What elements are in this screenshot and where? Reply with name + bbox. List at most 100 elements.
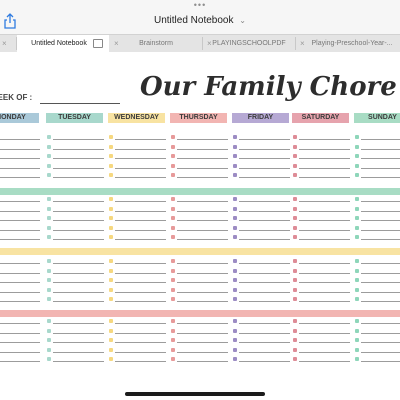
chore-checkbox[interactable] <box>109 225 113 230</box>
chore-checkbox[interactable] <box>355 347 359 352</box>
chore-checkbox[interactable] <box>355 319 359 323</box>
chore-checkbox[interactable] <box>47 235 51 239</box>
chore-checkbox[interactable] <box>109 206 113 211</box>
chore-line[interactable] <box>299 167 350 169</box>
tab-playingschoolpdf[interactable]: × PLAYINGSCHOOLPDF <box>203 35 295 52</box>
chore-checkbox[interactable] <box>293 197 297 201</box>
chore-line[interactable] <box>239 220 290 221</box>
chore-line[interactable] <box>115 301 166 302</box>
chore-checkbox[interactable] <box>171 297 175 301</box>
chore-line[interactable] <box>177 210 228 212</box>
chore-line[interactable] <box>0 282 40 283</box>
chore-line[interactable] <box>299 263 350 264</box>
chore-checkbox[interactable] <box>233 163 237 168</box>
chore-line[interactable] <box>361 291 400 293</box>
chore-checkbox[interactable] <box>47 197 51 201</box>
chore-line[interactable] <box>177 361 228 362</box>
chore-checkbox[interactable] <box>293 154 297 158</box>
chore-line[interactable] <box>177 263 228 264</box>
chore-line[interactable] <box>177 323 228 324</box>
chore-checkbox[interactable] <box>171 338 175 342</box>
notebook-page[interactable]: WEEK OF : Our Family Chore Chart MONDAY T… <box>0 52 400 388</box>
chore-line[interactable] <box>299 229 350 231</box>
chore-checkbox[interactable] <box>109 287 113 292</box>
chore-line[interactable] <box>299 239 350 240</box>
chore-line[interactable] <box>177 272 228 274</box>
chore-checkbox[interactable] <box>355 144 359 149</box>
chore-checkbox[interactable] <box>109 173 113 177</box>
chore-checkbox[interactable] <box>355 135 359 139</box>
chore-line[interactable] <box>53 291 104 293</box>
chore-checkbox[interactable] <box>109 278 113 282</box>
chore-line[interactable] <box>177 239 228 240</box>
chore-line[interactable] <box>53 201 104 202</box>
chore-line[interactable] <box>361 332 400 334</box>
chore-checkbox[interactable] <box>233 173 237 177</box>
chore-line[interactable] <box>53 272 104 274</box>
chore-line[interactable] <box>361 342 400 343</box>
chore-line[interactable] <box>239 148 290 150</box>
chore-checkbox[interactable] <box>47 328 51 333</box>
chore-line[interactable] <box>299 201 350 202</box>
chore-line[interactable] <box>53 148 104 150</box>
home-indicator[interactable] <box>125 392 265 396</box>
chore-checkbox[interactable] <box>47 144 51 149</box>
chore-checkbox[interactable] <box>171 268 175 273</box>
chore-line[interactable] <box>0 229 40 231</box>
chore-checkbox[interactable] <box>293 259 297 263</box>
chore-checkbox[interactable] <box>355 216 359 220</box>
chore-line[interactable] <box>0 361 40 362</box>
chore-line[interactable] <box>53 361 104 362</box>
chore-line[interactable] <box>239 291 290 293</box>
chore-checkbox[interactable] <box>171 197 175 201</box>
close-tab-icon[interactable]: × <box>2 35 7 52</box>
chore-checkbox[interactable] <box>109 259 113 263</box>
chore-line[interactable] <box>0 201 40 202</box>
chore-checkbox[interactable] <box>47 268 51 273</box>
chore-line[interactable] <box>0 220 40 221</box>
chore-checkbox[interactable] <box>47 319 51 323</box>
chore-line[interactable] <box>53 282 104 283</box>
chore-line[interactable] <box>53 229 104 231</box>
chore-line[interactable] <box>299 323 350 324</box>
chore-checkbox[interactable] <box>171 357 175 361</box>
document-title[interactable]: Untitled Notebook ⌄ <box>0 15 400 26</box>
chore-line[interactable] <box>299 291 350 293</box>
chore-checkbox[interactable] <box>171 319 175 323</box>
chore-line[interactable] <box>299 272 350 274</box>
chore-line[interactable] <box>361 229 400 231</box>
chore-checkbox[interactable] <box>233 268 237 273</box>
chore-line[interactable] <box>115 167 166 169</box>
chore-line[interactable] <box>0 158 40 159</box>
chore-line[interactable] <box>361 167 400 169</box>
chore-line[interactable] <box>53 220 104 221</box>
chore-line[interactable] <box>299 342 350 343</box>
chore-checkbox[interactable] <box>47 338 51 342</box>
chore-checkbox[interactable] <box>293 287 297 292</box>
chore-line[interactable] <box>239 342 290 343</box>
chore-checkbox[interactable] <box>293 163 297 168</box>
chore-line[interactable] <box>239 139 290 140</box>
chore-line[interactable] <box>299 139 350 140</box>
chore-line[interactable] <box>299 282 350 283</box>
chore-line[interactable] <box>115 239 166 240</box>
chore-checkbox[interactable] <box>233 338 237 342</box>
chore-line[interactable] <box>115 158 166 159</box>
chore-checkbox[interactable] <box>355 287 359 292</box>
chore-line[interactable] <box>115 177 166 178</box>
chore-line[interactable] <box>361 158 400 159</box>
chore-line[interactable] <box>53 332 104 334</box>
chore-line[interactable] <box>115 351 166 353</box>
chore-line[interactable] <box>53 158 104 159</box>
chore-line[interactable] <box>361 263 400 264</box>
chore-line[interactable] <box>177 148 228 150</box>
chore-checkbox[interactable] <box>47 173 51 177</box>
chore-checkbox[interactable] <box>233 144 237 149</box>
chore-line[interactable] <box>0 167 40 169</box>
chore-checkbox[interactable] <box>293 235 297 239</box>
chore-line[interactable] <box>53 342 104 343</box>
chore-checkbox[interactable] <box>293 297 297 301</box>
tab-playing-preschool-year[interactable]: × Playing-Preschool-Year-... <box>296 35 400 52</box>
chore-checkbox[interactable] <box>109 338 113 342</box>
chore-line[interactable] <box>177 291 228 293</box>
